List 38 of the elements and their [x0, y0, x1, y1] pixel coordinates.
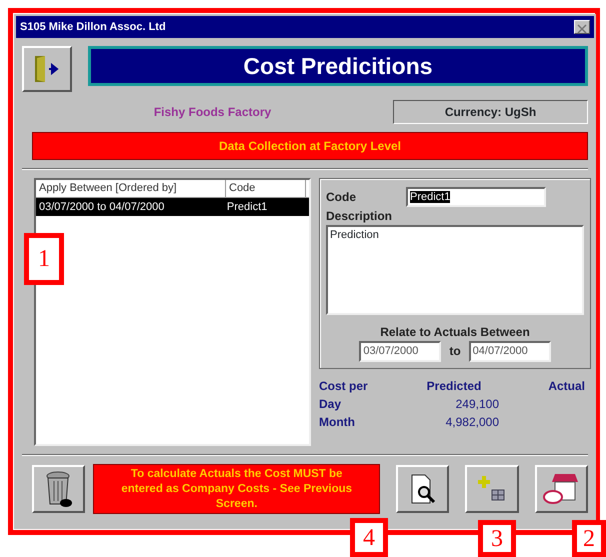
code-field[interactable]: Predict1	[406, 187, 546, 207]
description-field[interactable]: Prediction	[326, 225, 584, 315]
column-header: Apply Between [Ordered by]	[36, 180, 226, 196]
document-magnifier-icon	[408, 473, 437, 505]
window-title: S105 Mike Dillon Assoc. Ltd	[20, 20, 166, 35]
callout-number: 4	[350, 518, 388, 557]
column-header: Code	[226, 180, 306, 196]
callout-number: 2	[572, 520, 606, 557]
currency-label: Currency: UgSh	[393, 100, 588, 124]
column-header: Predicted	[426, 378, 482, 394]
callout-number: 1	[24, 233, 64, 285]
home-button[interactable]	[534, 465, 588, 513]
level-banner: Data Collection at Factory Level	[32, 132, 588, 160]
list-row[interactable]: 03/07/2000 to 04/07/2000 Predict1	[36, 198, 309, 216]
row-label: Day	[319, 396, 342, 412]
delete-button[interactable]	[32, 465, 86, 513]
page-title: Cost Predicitions	[88, 46, 588, 86]
to-label: to	[449, 343, 461, 360]
trash-can-icon	[44, 470, 74, 508]
description-label: Description	[326, 208, 394, 225]
exit-button[interactable]	[22, 46, 72, 92]
factory-name: Fishy Foods Factory	[154, 105, 272, 119]
row-label: Month	[319, 414, 356, 430]
column-header: Cost per	[319, 378, 369, 394]
close-icon	[577, 24, 587, 34]
date-from-field[interactable]: 03/07/2000	[359, 341, 442, 362]
callout-number: 3	[478, 520, 516, 557]
close-button[interactable]	[574, 20, 590, 34]
predicted-value: 249,100	[456, 396, 499, 410]
preview-button[interactable]	[396, 465, 450, 513]
warning-message: To calculate Actuals the Cost MUST be entered as Company Costs - See Previous Screen.	[93, 464, 380, 514]
column-header: Actual	[547, 378, 585, 394]
code-label: Code	[326, 189, 357, 206]
add-button[interactable]	[465, 465, 519, 513]
predicted-value: 4,982,000	[446, 414, 499, 428]
house-cloud-icon	[543, 472, 580, 506]
date-to-field[interactable]: 04/07/2000	[468, 341, 551, 362]
relate-label: Relate to Actuals Between	[379, 324, 531, 341]
